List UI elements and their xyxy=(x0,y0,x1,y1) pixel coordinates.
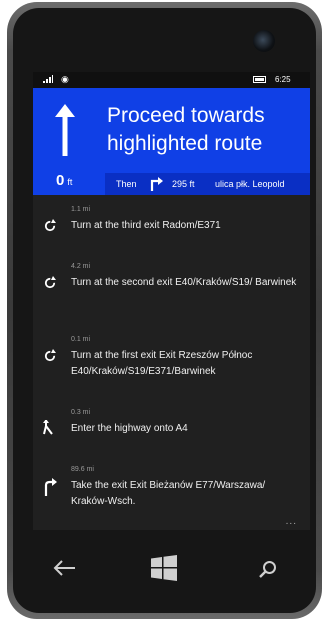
current-instruction-banner: 0 ft Proceed towards highlighted route Th… xyxy=(33,88,310,195)
then-label: Then xyxy=(116,179,137,189)
step-text: Turn at the first exit Exit Rzeszów Półn… xyxy=(71,350,253,377)
distance-unit: ft xyxy=(67,177,73,187)
hardware-nav-bar xyxy=(33,540,310,600)
signal-icon xyxy=(43,75,53,83)
step-text: Turn at the third exit Radom/E371 xyxy=(71,220,221,231)
exit-right-icon xyxy=(44,478,57,496)
front-camera xyxy=(253,30,275,52)
navigation-screen: ◉ 6:25 0 ft Proceed towards highlighted r… xyxy=(33,72,310,530)
step-distance: 89.6 mi xyxy=(71,466,94,473)
more-options-button[interactable]: ... xyxy=(286,516,297,527)
roundabout-icon xyxy=(44,349,56,362)
directions-list: 1.1 mi Turn at the third exit Radom/E371… xyxy=(33,195,310,517)
step-text: Turn at the second exit E40/Kraków/S19/ … xyxy=(71,277,297,288)
list-item[interactable]: 0.3 mi Enter the highway onto A4 xyxy=(33,409,310,447)
status-bar: ◉ 6:25 xyxy=(33,72,310,88)
straight-arrow-icon xyxy=(55,104,75,156)
step-text: Take the exit Exit Bieżanów E77/Warszawa… xyxy=(71,480,266,507)
list-item[interactable]: 89.6 mi Take the exit Exit Bieżanów E77/… xyxy=(33,466,310,516)
distance-value: 0 xyxy=(56,172,65,189)
list-item[interactable]: 0.1 mi Turn at the first exit Exit Rzesz… xyxy=(33,336,310,386)
roundabout-icon xyxy=(44,219,56,232)
step-distance: 1.1 mi xyxy=(71,206,91,213)
list-item[interactable]: 1.1 mi Turn at the third exit Radom/E371 xyxy=(33,206,310,244)
step-distance: 0.1 mi xyxy=(71,336,91,343)
step-distance: 0.3 mi xyxy=(71,409,91,416)
next-maneuver-distance: 295 ft xyxy=(172,179,195,189)
list-item[interactable]: 4.2 mi Turn at the second exit E40/Krakó… xyxy=(33,263,310,313)
windows-start-icon[interactable] xyxy=(151,555,177,581)
step-text: Enter the highway onto A4 xyxy=(71,423,188,434)
turn-right-icon xyxy=(150,177,163,191)
distance-to-maneuver: 0 ft xyxy=(56,172,72,189)
roundabout-icon xyxy=(44,276,56,289)
next-maneuver-bar[interactable]: Then 295 ft ulica płk. Leopold xyxy=(105,173,310,195)
instruction-text: Proceed towards highlighted route xyxy=(107,104,265,155)
location-icon: ◉ xyxy=(61,74,69,84)
battery-icon xyxy=(253,76,266,83)
search-icon[interactable] xyxy=(259,560,277,578)
step-distance: 4.2 mi xyxy=(71,263,91,270)
next-street-name: ulica płk. Leopold xyxy=(215,179,285,189)
clock: 6:25 xyxy=(275,75,291,84)
merge-icon xyxy=(43,420,53,435)
back-arrow-icon[interactable] xyxy=(53,560,75,576)
